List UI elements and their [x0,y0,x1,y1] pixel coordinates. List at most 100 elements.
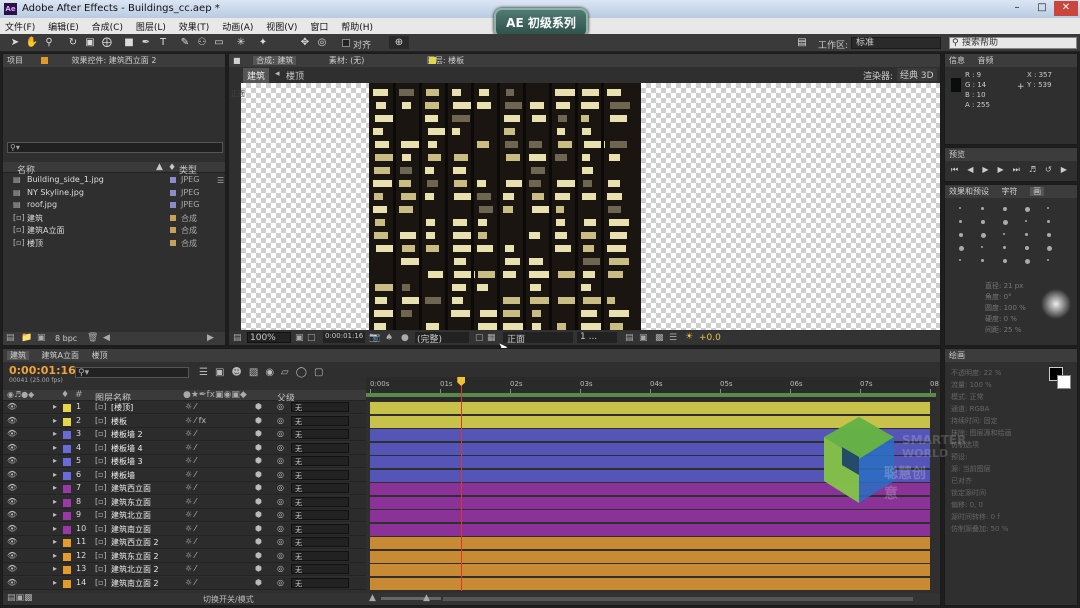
close-button[interactable]: ✕ [1054,1,1078,16]
layer-row[interactable]: 👁 ▸ 12 [▫] 建筑东立面 2 ☼ ⁄ ⬢ ◎ 无 [3,549,366,563]
snap-checkbox[interactable] [342,39,350,47]
eye-icon[interactable]: 👁 [7,470,17,479]
menu-file[interactable]: 文件(F) [0,18,40,35]
transparency-grid-icon[interactable]: ▦ [487,333,496,343]
expand-arrow-icon[interactable]: ▸ [53,443,57,452]
layer-name[interactable]: 建筑北立面 2 [111,564,159,575]
layer-switches[interactable]: ☼ ⁄ [185,497,196,506]
paint-opacity[interactable]: 不透明度: 22 % [951,367,1012,379]
layer-label-color[interactable] [63,404,71,412]
layer-name[interactable]: 建筑西立面 [111,483,151,494]
subtab-roof[interactable]: 楼顶 [286,69,304,82]
project-item-label-color[interactable] [170,227,176,234]
expand-arrow-icon[interactable]: ▸ [53,524,57,533]
tab-character[interactable]: 字符 [1002,187,1018,196]
parent-select[interactable]: 无 [291,456,349,466]
brush-tool-icon[interactable]: ✎ [178,36,192,49]
layer-row[interactable]: 👁 ▸ 14 [▫] 建筑南立面 2 ☼ ⁄ ⬢ ◎ 无 [3,576,366,590]
layer-name[interactable]: 楼板 [111,416,127,427]
layer-name[interactable]: 建筑南立面 2 [111,578,159,589]
paint-duration[interactable]: 持续时间: 固定 [951,415,1012,427]
clone-overlay[interactable]: 仿制源叠加: 50 % [951,523,1012,535]
eye-icon[interactable]: 👁 [7,416,17,425]
flowchart-icon[interactable]: ☰ [217,176,225,186]
view-select[interactable]: 正面 [503,332,573,345]
clone-offset[interactable]: 偏移: 0, 0 [951,499,1012,511]
expand-arrow-icon[interactable]: ▸ [53,537,57,546]
brush-hardness[interactable]: 硬度: 0 % [985,314,1026,325]
parent-select[interactable]: 无 [291,537,349,547]
layer-row[interactable]: 👁 ▸ 3 [▫] 楼板墙 2 ☼ ⁄ ⬢ ◎ 无 [3,428,366,441]
brush-tip[interactable] [959,207,961,209]
subtab-building[interactable]: 建筑 [243,68,270,83]
eye-icon[interactable]: 👁 [7,429,17,438]
expand-arrow-icon[interactable]: ▸ [53,416,57,425]
paint-mode[interactable]: 模式: 正常 [951,391,1012,403]
first-frame-icon[interactable]: ⏮ [951,165,967,174]
eye-icon[interactable]: 👁 [7,578,17,587]
3d-layer-icon[interactable]: ⬢ [255,456,262,465]
3d-layer-icon[interactable]: ⬢ [255,551,262,560]
layer-name[interactable]: 建筑西立面 2 [111,537,159,548]
pickwhip-icon[interactable]: ◎ [277,551,284,560]
hand-tool-icon[interactable]: ✋ [25,36,39,49]
layer-row[interactable]: 👁 ▸ 10 [▫] 建筑南立面 ☼ ⁄ ⬢ ◎ 无 [3,522,366,536]
pickwhip-icon[interactable]: ◎ [277,470,284,479]
comp-timecode[interactable]: 0:00:01:16 [323,332,365,343]
layer-row[interactable]: 👁 ▸ 4 [▫] 楼板墙 4 ☼ ⁄ ⬢ ◎ 无 [3,441,366,455]
tab-footage[interactable]: 素材: (无) [329,56,364,65]
search-help-field[interactable]: ⚲ 搜索帮助 [949,37,1077,49]
eye-icon[interactable]: 👁 [7,510,17,519]
brush-tip[interactable] [981,220,985,224]
expand-arrow-icon[interactable]: ▸ [53,429,57,438]
menu-effect[interactable]: 效果(T) [174,18,215,35]
layer-switches[interactable]: ☼ ⁄ [185,551,196,560]
parent-select[interactable]: 无 [291,550,349,561]
parent-select[interactable]: 无 [291,496,349,507]
brush-tip[interactable] [1047,246,1052,251]
brush-tip[interactable] [959,220,962,223]
brush-tip[interactable] [959,246,964,251]
menu-help[interactable]: 帮助(H) [336,18,378,35]
layer-switches[interactable]: ☼ ⁄ [185,537,196,546]
3d-layer-icon[interactable]: ⬢ [255,470,262,479]
pickwhip-icon[interactable]: ◎ [277,402,284,411]
time-ruler[interactable]: 0:00s 01s 02s 03s 04s 05s 06s 07s 08 [366,377,939,401]
project-item-label-color[interactable] [170,189,176,196]
timeline-scrollbar[interactable] [443,597,913,601]
tab-project[interactable]: 项目 [7,56,23,65]
parent-select[interactable]: 无 [291,564,349,574]
brush-tip[interactable] [1025,233,1028,236]
layer-name[interactable]: 建筑东立面 2 [111,551,159,562]
toggle-switches-modes[interactable]: 切换开关/模式 [203,594,254,605]
eye-icon[interactable]: 👁 [7,483,17,492]
layer-label-color[interactable] [63,579,71,588]
expand-arrow-icon[interactable]: ▸ [53,510,57,519]
layer-switches[interactable]: ☼ ⁄ fx [185,416,206,425]
layer-name[interactable]: 楼板墙 3 [111,456,143,467]
parent-select[interactable]: 无 [291,510,349,520]
draft-3d-icon[interactable]: ▣ [215,367,231,378]
brush-tip[interactable] [1003,207,1007,211]
menu-window[interactable]: 窗口 [305,18,333,35]
project-item[interactable]: [▫] 楼顶 合成 [3,237,225,250]
text-tool-icon[interactable]: T [156,36,170,49]
layer-switches[interactable]: ☼ ⁄ [185,578,196,587]
resolution-select[interactable]: (完整) [415,332,469,345]
brush-tip[interactable] [959,233,963,237]
layer-switches[interactable]: ☼ ⁄ [185,510,196,519]
snapshot-icon[interactable]: 📷 [369,333,380,343]
pickwhip-icon[interactable]: ◎ [277,564,284,573]
layer-duration-bar[interactable] [370,402,930,414]
parent-select[interactable]: 无 [291,523,349,534]
3d-layer-icon[interactable]: ⬢ [255,402,262,411]
brush-tip[interactable] [1003,246,1006,249]
parent-select[interactable]: 无 [291,469,349,480]
work-area-bar[interactable] [366,393,936,397]
new-comp-icon[interactable]: ▣ [37,333,46,343]
ram-preview-icon[interactable]: ▶ [1061,165,1076,174]
pickwhip-icon[interactable]: ◎ [277,524,284,533]
pickwhip-icon[interactable]: ◎ [277,510,284,519]
roto-brush-tool-icon[interactable]: ✳ [234,36,248,49]
eraser-tool-icon[interactable]: ▭ [212,36,226,49]
